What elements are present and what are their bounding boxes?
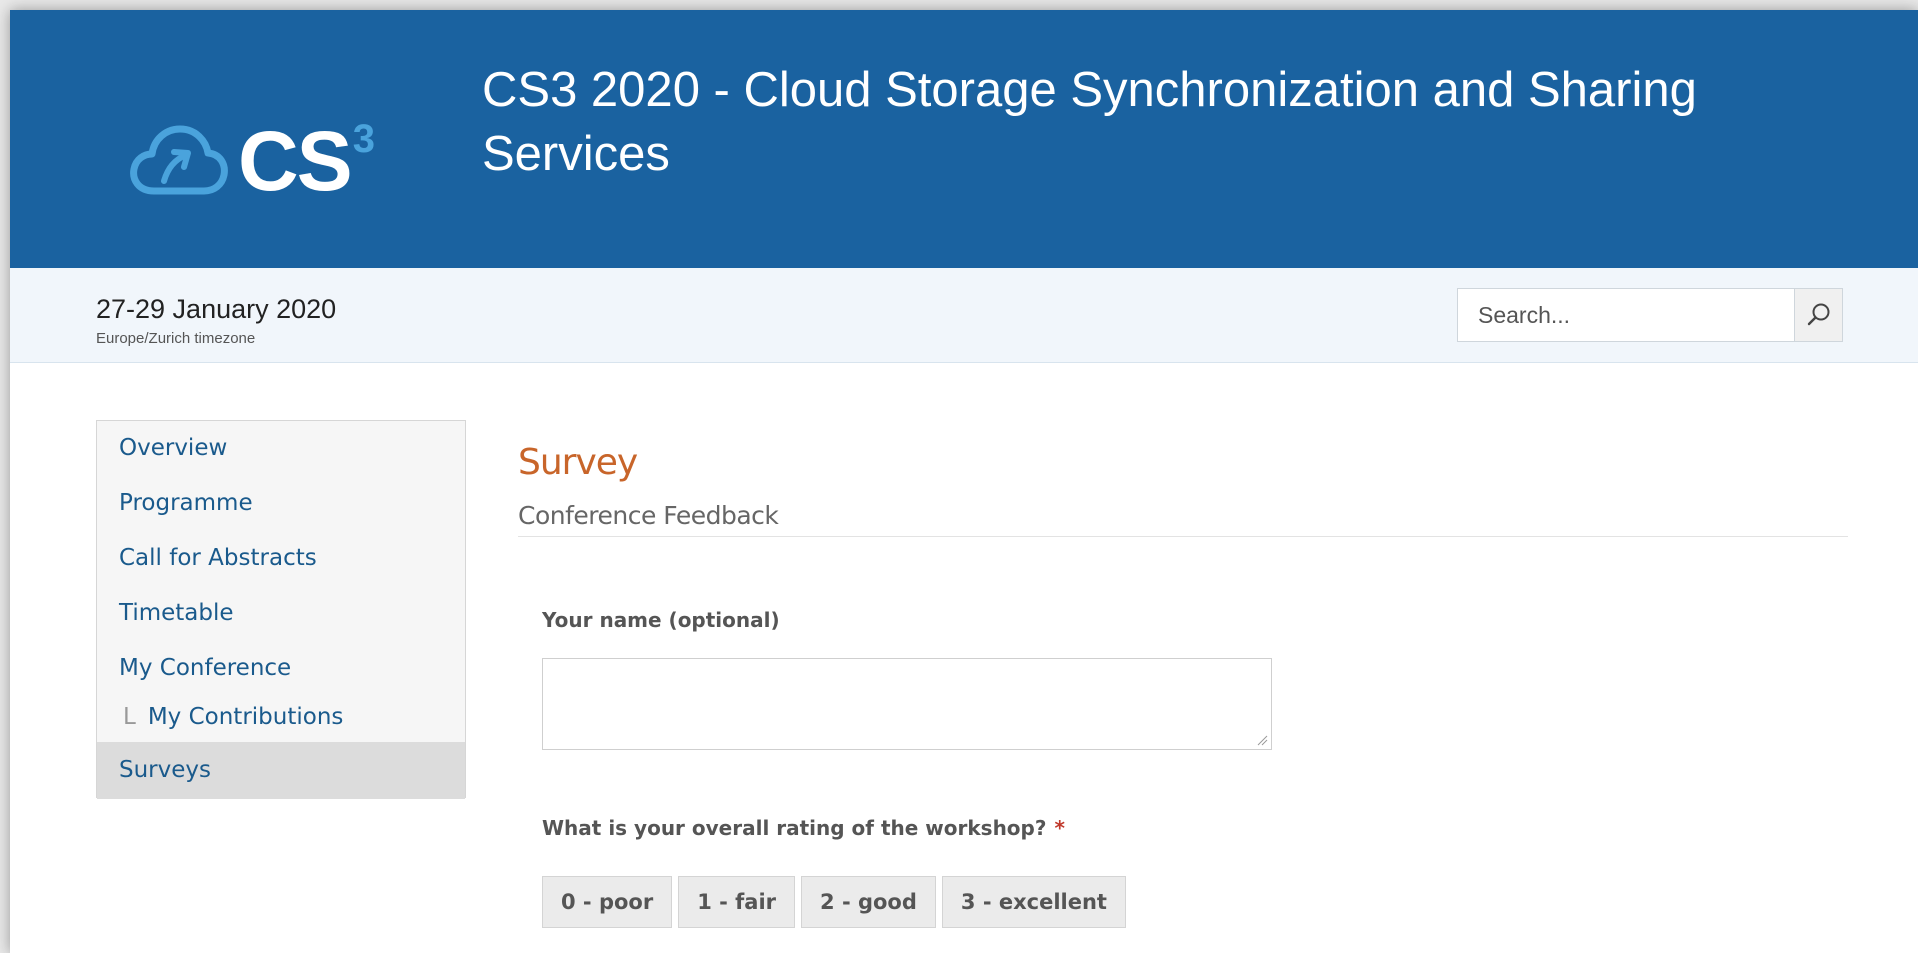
sidebar-item-label: My Contributions [147,704,344,730]
cs3-logo[interactable]: CS3 [128,106,438,216]
sidebar-menu: Overview Programme Call for Abstracts Ti… [96,420,466,799]
rating-question-text: What is your overall rating of the works… [542,816,1047,840]
search-box [1457,288,1843,342]
required-indicator: * [1054,816,1065,840]
rating-options: 0 - poor 1 - fair 2 - good 3 - excellent [542,876,1132,928]
rating-question-label: What is your overall rating of the works… [542,816,1065,840]
cloud-upload-icon [130,125,228,195]
search-input[interactable] [1458,289,1794,341]
survey-subtitle: Conference Feedback [518,501,1848,537]
tree-branch-icon: L [123,704,136,730]
rating-option-excellent[interactable]: 3 - excellent [941,876,1126,928]
event-dates: 27-29 January 2020 [96,294,337,324]
sidebar-item-programme[interactable]: Programme [97,476,465,531]
logo-wordmark: CS3 [238,114,375,208]
sidebar-item-timetable[interactable]: Timetable [97,586,465,641]
search-icon [1807,303,1829,326]
event-timezone: Europe/Zurich timezone [96,330,256,347]
sidebar-item-my-contributions[interactable]: L My Contributions [97,696,465,738]
rating-option-good[interactable]: 2 - good [801,876,936,928]
page-title: Survey [518,442,638,483]
sidebar-item-my-conference[interactable]: My Conference [97,641,465,696]
sidebar-item-surveys[interactable]: Surveys [97,742,465,799]
sidebar-item-call-for-abstracts[interactable]: Call for Abstracts [97,531,465,586]
rating-option-poor[interactable]: 0 - poor [542,876,673,928]
conference-title[interactable]: CS3 2020 - Cloud Storage Synchronization… [482,58,1862,186]
search-button[interactable] [1794,289,1842,341]
name-field[interactable] [542,658,1272,750]
resize-handle-icon[interactable] [1256,734,1268,746]
sidebar-item-overview[interactable]: Overview [97,421,465,476]
name-question-label: Your name (optional) [542,608,780,632]
browser-window: CS3 CS3 2020 - Cloud Storage Synchroniza… [10,10,1918,953]
main-content: Survey Conference Feedback Your name (op… [518,430,1848,928]
conference-header: CS3 CS3 2020 - Cloud Storage Synchroniza… [10,10,1918,268]
rating-option-fair[interactable]: 1 - fair [678,876,796,928]
